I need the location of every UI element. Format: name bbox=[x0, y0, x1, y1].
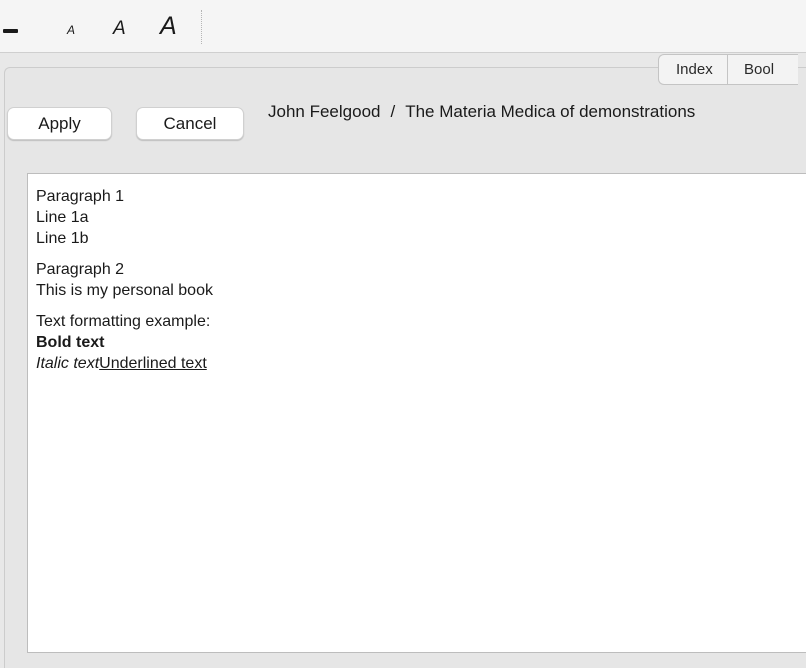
mixed-format-line: Italic textUnderlined text bbox=[36, 353, 213, 374]
paragraph-1: Paragraph 1 Line 1a Line 1b bbox=[36, 186, 213, 249]
cancel-button[interactable]: Cancel bbox=[136, 107, 244, 140]
font-size-small-button[interactable]: A bbox=[67, 23, 75, 37]
paragraph-2: Paragraph 2 This is my personal book bbox=[36, 259, 213, 301]
paragraph-1-title: Paragraph 1 bbox=[36, 188, 125, 205]
paragraph-1-line-a: Line 1a bbox=[36, 209, 89, 226]
text-editor[interactable]: Paragraph 1 Line 1a Line 1b Paragraph 2 … bbox=[27, 173, 806, 653]
paragraph-2-body: This is my personal book bbox=[36, 282, 213, 299]
paragraph-1-line-b: Line 1b bbox=[36, 230, 89, 247]
tab-index[interactable]: Index bbox=[659, 55, 728, 84]
apply-button[interactable]: Apply bbox=[7, 107, 112, 140]
minus-icon[interactable] bbox=[3, 29, 18, 33]
formatting-toolbar: A A A bbox=[0, 0, 806, 53]
font-size-large-button[interactable]: A bbox=[160, 12, 177, 41]
breadcrumb-separator: / bbox=[390, 102, 396, 121]
breadcrumb-author: John Feelgood bbox=[268, 102, 381, 121]
toolbar-divider bbox=[201, 10, 202, 44]
breadcrumb: John Feelgood / The Materia Medica of demo… bbox=[268, 102, 695, 122]
view-tabs: Index Bool bbox=[658, 54, 798, 85]
bold-text: Bold text bbox=[36, 334, 105, 351]
font-size-medium-button[interactable]: A bbox=[113, 18, 126, 40]
underlined-text: Underlined text bbox=[99, 355, 207, 372]
editor-content: Paragraph 1 Line 1a Line 1b Paragraph 2 … bbox=[36, 186, 213, 384]
formatting-heading: Text formatting example: bbox=[36, 313, 211, 330]
formatting-example: Text formatting example: Bold text Itali… bbox=[36, 311, 213, 374]
tab-books[interactable]: Bool bbox=[728, 55, 798, 84]
paragraph-2-title: Paragraph 2 bbox=[36, 261, 125, 278]
italic-text: Italic text bbox=[36, 355, 100, 372]
breadcrumb-book: The Materia Medica of demonstrations bbox=[405, 102, 696, 121]
